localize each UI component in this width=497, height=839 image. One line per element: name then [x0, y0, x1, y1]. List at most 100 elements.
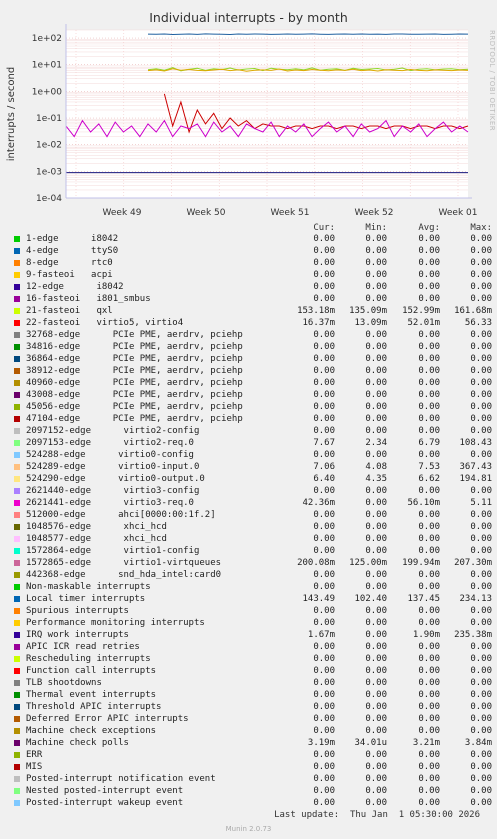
legend-row: 1572865-edge virtio1-virtqueues 200.08m 12… — [14, 557, 492, 569]
legend-swatch — [14, 788, 20, 794]
legend-cur-value: 0.00 — [313, 642, 335, 652]
legend-row: Spurious interrupts 0.00 0.00 0.00 0.00 — [14, 605, 492, 617]
x-tick-label: Week 52 — [355, 208, 394, 218]
legend-label: Threshold APIC interrupts — [26, 702, 162, 712]
legend-avg-value: 0.00 — [418, 714, 440, 724]
legend-cur-value: 0.00 — [313, 654, 335, 664]
legend-swatch — [14, 548, 20, 554]
legend-avg-value: 0.00 — [418, 654, 440, 664]
legend-cur-value: 0.00 — [313, 246, 335, 256]
legend-row: 22-fasteoi virtio5, virtio4 16.37m 13.09m 5… — [14, 317, 492, 329]
legend-swatch — [14, 644, 20, 650]
legend-avg-value: 0.00 — [418, 294, 440, 304]
legend-row: Machine check polls 3.19m 34.01u 3.21m 3.84m — [14, 737, 492, 749]
legend-min-value: 0.00 — [365, 762, 387, 772]
munin-version: Munin 2.0.73 — [225, 825, 272, 833]
legend-max-value: 0.00 — [470, 390, 492, 400]
legend-swatch — [14, 368, 20, 374]
x-tick-label: Week 50 — [187, 208, 226, 218]
legend-avg-value: 0.00 — [418, 486, 440, 496]
legend-swatch — [14, 440, 20, 446]
legend-label: 2097152-edge virtio2-config — [26, 426, 200, 436]
legend-row: 524290-edge virtio0-output.0 6.40 4.35 6.62… — [14, 473, 492, 485]
legend-cur-value: 42.36m — [302, 498, 335, 508]
legend-avg-value: 6.79 — [418, 438, 440, 448]
legend-cur-value: 0.00 — [313, 330, 335, 340]
legend-label: Local timer interrupts — [26, 594, 146, 604]
legend-row: 1572864-edge virtio1-config 0.00 0.00 0.00 0… — [14, 545, 492, 557]
legend-max-value: 0.00 — [470, 402, 492, 412]
legend-avg-value: 0.00 — [418, 762, 440, 772]
legend-max-value: 0.00 — [470, 654, 492, 664]
legend-max-value: 0.00 — [470, 522, 492, 532]
legend-cur-value: 0.00 — [313, 570, 335, 580]
legend-min-value: 0.00 — [365, 450, 387, 460]
legend-row: 524289-edge virtio0-input.0 7.06 4.08 7.53 3… — [14, 461, 492, 473]
legend-cur-value: 0.00 — [313, 714, 335, 724]
legend-avg-value: 0.00 — [418, 426, 440, 436]
legend-min-value: 0.00 — [365, 390, 387, 400]
legend-cur-value: 0.00 — [313, 510, 335, 520]
legend-row: 1048576-edge xhci_hcd 0.00 0.00 0.00 0.00 — [14, 521, 492, 533]
legend-avg-value: 0.00 — [418, 774, 440, 784]
legend-swatch — [14, 296, 20, 302]
legend-label: 512000-edge ahci[0000:00:1f.2] — [26, 510, 216, 520]
x-tick-label: Week 49 — [103, 208, 142, 218]
legend-min-value: 0.00 — [365, 786, 387, 796]
legend-row: 40960-edge PCIe PME, aerdrv, pciehp 0.00 0… — [14, 377, 492, 389]
legend-row: APIC ICR read retries 0.00 0.00 0.00 0.00 — [14, 641, 492, 653]
legend-max-value: 0.00 — [470, 606, 492, 616]
legend-avg-value: 7.53 — [418, 462, 440, 472]
legend-row: 2097153-edge virtio2-req.0 7.67 2.34 6.79 10… — [14, 437, 492, 449]
legend-swatch — [14, 740, 20, 746]
legend-cur-value: 6.40 — [313, 474, 335, 484]
legend-row: Non-maskable interrupts 0.00 0.00 0.00 0.00 — [14, 581, 492, 593]
legend-label: Function call interrupts — [26, 666, 157, 676]
legend-min-value: 4.35 — [365, 474, 387, 484]
legend-min-value: 0.00 — [365, 690, 387, 700]
legend-header: Avg: — [418, 223, 440, 233]
legend-swatch — [14, 356, 20, 362]
legend-row: 16-fasteoi i801_smbus 0.00 0.00 0.00 0.00 — [14, 293, 492, 305]
legend-avg-value: 0.00 — [418, 546, 440, 556]
legend-max-value: 108.43 — [459, 438, 492, 448]
legend-swatch — [14, 584, 20, 590]
legend-min-value: 0.00 — [365, 402, 387, 412]
legend-min-value: 0.00 — [365, 426, 387, 436]
legend-swatch — [14, 728, 20, 734]
legend-max-value: 0.00 — [470, 546, 492, 556]
legend-swatch — [14, 680, 20, 686]
legend-max-value: 0.00 — [470, 270, 492, 280]
legend-avg-value: 0.00 — [418, 246, 440, 256]
legend-row: Posted-interrupt notification event 0.00 0… — [14, 773, 492, 785]
legend-swatch — [14, 656, 20, 662]
legend-min-value: 13.09m — [354, 318, 387, 328]
legend-label: 21-fasteoi qxl — [26, 306, 113, 316]
legend-label: 47104-edge PCIe PME, aerdrv, pciehp — [26, 414, 243, 424]
legend-label: Machine check polls — [26, 738, 129, 748]
legend-swatch — [14, 512, 20, 518]
legend-max-value: 0.00 — [470, 234, 492, 244]
legend-avg-value: 0.00 — [418, 582, 440, 592]
legend-min-value: 0.00 — [365, 270, 387, 280]
legend-cur-value: 0.00 — [313, 666, 335, 676]
legend-swatch — [14, 272, 20, 278]
legend-label: 1048577-edge xhci_hcd — [26, 534, 167, 544]
legend-row: 38912-edge PCIe PME, aerdrv, pciehp 0.00 0… — [14, 365, 492, 377]
legend-avg-value: 0.00 — [418, 450, 440, 460]
legend-avg-value: 0.00 — [418, 342, 440, 352]
legend-row: 32768-edge PCIe PME, aerdrv, pciehp 0.00 0… — [14, 329, 492, 341]
legend-label: 1-edge i8042 — [26, 234, 119, 244]
legend-avg-value: 0.00 — [418, 354, 440, 364]
legend-avg-value: 0.00 — [418, 390, 440, 400]
legend-max-value: 0.00 — [470, 510, 492, 520]
legend-label: IRQ work interrupts — [26, 630, 129, 640]
legend-avg-value: 0.00 — [418, 570, 440, 580]
legend-min-value: 0.00 — [365, 570, 387, 580]
legend-max-value: 0.00 — [470, 666, 492, 676]
legend-min-value: 0.00 — [365, 798, 387, 808]
legend-label: Nested posted-interrupt event — [26, 786, 184, 796]
legend-max-value: 0.00 — [470, 582, 492, 592]
legend-label: TLB shootdowns — [26, 678, 102, 688]
legend-label: 2097153-edge virtio2-req.0 — [26, 438, 194, 448]
